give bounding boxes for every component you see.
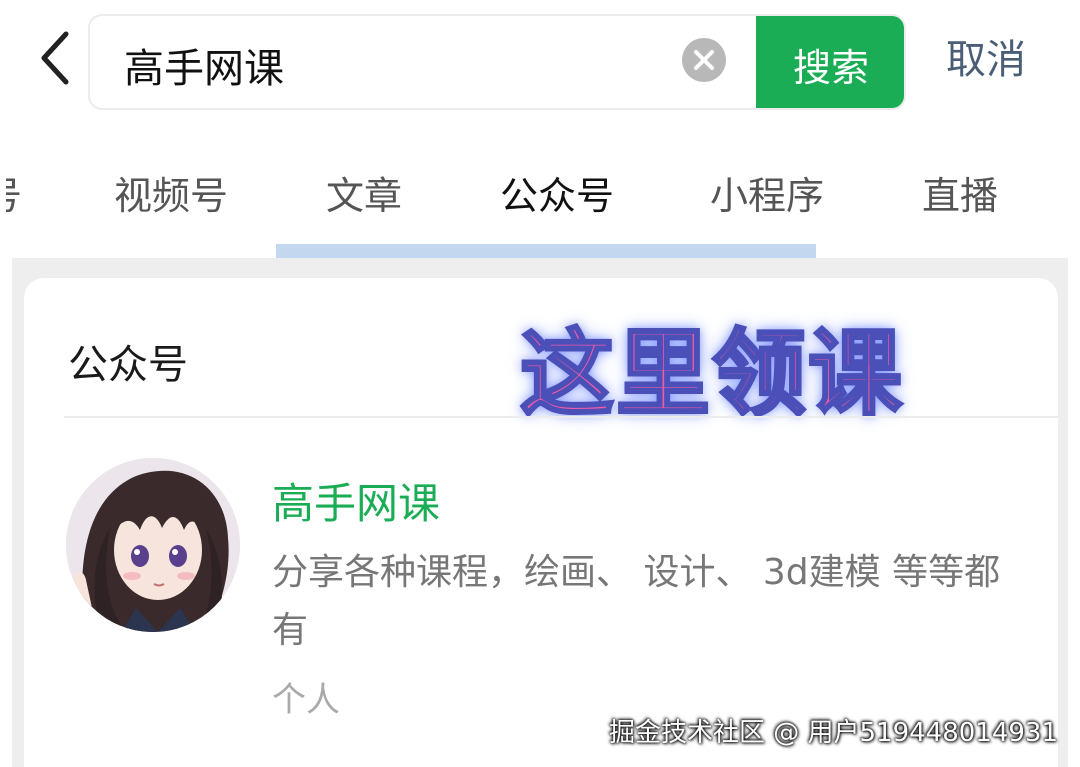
clear-search-button[interactable] bbox=[682, 38, 726, 82]
account-name[interactable]: 高手网课 bbox=[272, 470, 440, 531]
divider bbox=[64, 416, 1058, 418]
tab-channels[interactable]: 视频号 bbox=[114, 168, 228, 224]
account-type-label: 个人 bbox=[272, 680, 340, 720]
tab-articles[interactable]: 文章 bbox=[326, 168, 402, 224]
account-description: 分享各种课程，绘画、 设计、 3d建模 等等都有 bbox=[272, 552, 1001, 651]
back-button[interactable] bbox=[30, 28, 80, 88]
search-input[interactable] bbox=[124, 42, 664, 88]
search-results-screen: 搜索 取消 号 视频号 文章 公众号 小程序 直播 公众号 这里领课 bbox=[0, 0, 1080, 767]
search-box: 搜索 bbox=[88, 14, 906, 110]
tab-mini-programs[interactable]: 小程序 bbox=[710, 168, 824, 224]
active-tab-indicator bbox=[276, 244, 816, 258]
tab-partial-offscreen[interactable]: 号 bbox=[6, 168, 22, 224]
tab-official-accounts[interactable]: 公众号 bbox=[500, 168, 614, 224]
section-title: 公众号 bbox=[68, 342, 188, 388]
account-avatar[interactable] bbox=[66, 458, 240, 632]
tab-live[interactable]: 直播 bbox=[922, 168, 998, 224]
close-icon bbox=[694, 50, 714, 70]
search-button[interactable]: 搜索 bbox=[756, 16, 904, 108]
official-accounts-card: 公众号 这里领课 高手网课 分享各种课程，绘画、 设计、 3d建模 等等都有 个… bbox=[24, 278, 1058, 767]
promo-overlay-text: 这里领课 bbox=[518, 319, 905, 431]
cancel-button[interactable]: 取消 bbox=[946, 30, 1026, 90]
anime-girl-avatar-icon bbox=[66, 458, 240, 632]
watermark: 掘金技术社区 @ 用户519448014931 bbox=[608, 718, 1058, 748]
chevron-left-icon bbox=[41, 31, 69, 85]
